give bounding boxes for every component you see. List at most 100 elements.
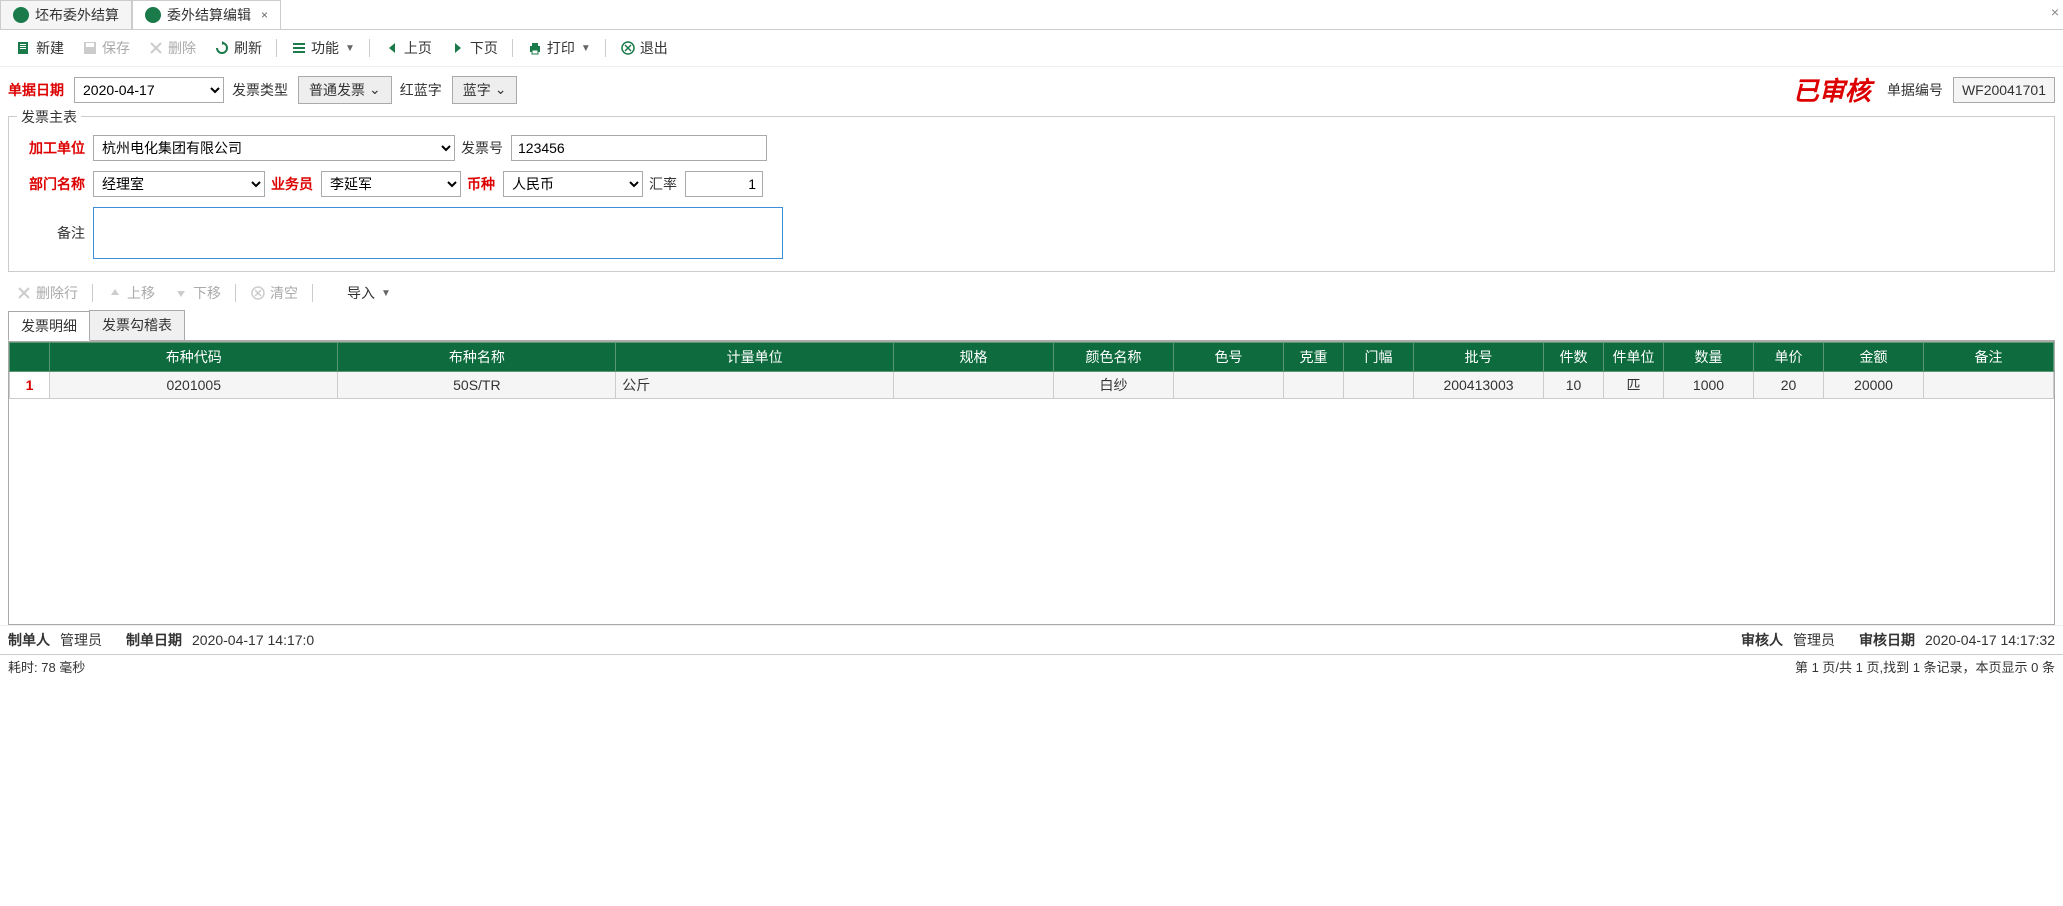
func-button[interactable]: 功能 ▼ [283,35,363,61]
btn-label: 上移 [127,283,155,303]
cell-name[interactable]: 50S/TR [338,372,616,399]
supplier-select[interactable]: 杭州电化集团有限公司 [93,135,455,161]
exit-button[interactable]: 退出 [612,35,676,61]
redblue-label: 红蓝字 [400,80,442,100]
col-unit[interactable]: 计量单位 [616,343,894,372]
curr-label: 币种 [467,174,495,194]
save-button[interactable]: 保存 [74,35,138,61]
movedown-button[interactable]: 下移 [165,280,229,306]
btn-label: 清空 [270,283,298,303]
billdate-input[interactable]: 2020-04-17 [74,77,224,103]
cell-unit[interactable]: 公斤 [616,372,894,399]
invtype-select[interactable]: 普通发票⌄ [298,76,392,104]
cell-amt[interactable]: 20000 [1824,372,1924,399]
col-spec[interactable]: 规格 [894,343,1054,372]
fieldset-legend: 发票主表 [17,107,81,127]
status-time: 耗时: 78 毫秒 [8,657,85,676]
invoice-main-fieldset: 发票主表 加工单位 杭州电化集团有限公司 发票号 部门名称 经理室 业务员 李延… [8,116,2055,272]
cell-colorno[interactable] [1174,372,1284,399]
col-amt[interactable]: 金额 [1824,343,1924,372]
maker-label: 制单人 [8,630,50,650]
detail-grid: 布种代码 布种名称 计量单位 规格 颜色名称 色号 克重 门幅 批号 件数 件单… [8,341,2055,625]
btn-label: 删除 [168,38,196,58]
col-colorname[interactable]: 颜色名称 [1054,343,1174,372]
curr-select[interactable]: 人民币 [503,171,643,197]
close-icon[interactable]: × [2051,4,2059,20]
btn-label: 刷新 [234,38,262,58]
col-pcs[interactable]: 件数 [1544,343,1604,372]
billdate-label: 单据日期 [8,80,64,100]
rate-label: 汇率 [649,174,677,194]
main-toolbar: 新建 保存 删除 刷新 功能 ▼ 上页 下页 打印 ▼ 退出 [0,30,2063,67]
tab-edit[interactable]: 委外结算编辑 × [132,0,281,29]
col-lot[interactable]: 批号 [1414,343,1544,372]
arrow-down-icon [173,285,189,301]
billno-value: WF20041701 [1953,77,2055,103]
cell-pcsunit[interactable]: 匹 [1604,372,1664,399]
billno-label: 单据编号 [1887,80,1943,100]
prev-button[interactable]: 上页 [376,35,440,61]
cell-qty[interactable]: 1000 [1664,372,1754,399]
moveup-button[interactable]: 上移 [99,280,163,306]
chevron-down-icon: ⌄ [495,81,507,98]
clear-button[interactable]: 清空 [242,280,306,306]
tab-list[interactable]: 坯布委外结算 [0,0,132,29]
cell-spec[interactable] [894,372,1054,399]
refresh-icon [214,40,230,56]
cell-pcs[interactable]: 10 [1544,372,1604,399]
cell-gram[interactable] [1284,372,1344,399]
invno-input[interactable] [511,135,767,161]
delete-icon [148,40,164,56]
window-tabs: 坯布委外结算 委外结算编辑 × × [0,0,2063,30]
clear-icon [250,285,266,301]
close-icon[interactable]: × [261,8,268,22]
grid-empty-area[interactable] [9,399,2054,624]
cell-colorname[interactable]: 白纱 [1054,372,1174,399]
table-row[interactable]: 1 0201005 50S/TR 公斤 白纱 200413003 10 匹 10… [10,372,2054,399]
delete-button[interactable]: 删除 [140,35,204,61]
rate-input[interactable] [685,171,763,197]
col-code[interactable]: 布种代码 [50,343,338,372]
tab-detail[interactable]: 发票明细 [8,311,90,341]
detail-toolbar: 删除行 上移 下移 清空 导入 ▼ [0,276,2063,310]
tab-check[interactable]: 发票勾稽表 [89,310,185,340]
new-button[interactable]: 新建 [8,35,72,61]
col-pcsunit[interactable]: 件单位 [1604,343,1664,372]
status-bar: 耗时: 78 毫秒 第 1 页/共 1 页,找到 1 条记录，本页显示 0 条 [0,654,2063,678]
print-button[interactable]: 打印 ▼ [519,35,599,61]
col-width[interactable]: 门幅 [1344,343,1414,372]
import-button[interactable]: 导入 ▼ [319,280,399,306]
redblue-select[interactable]: 蓝字⌄ [452,76,518,104]
remark-input[interactable] [93,207,783,259]
globe-icon [13,7,29,23]
sales-select[interactable]: 李延军 [321,171,461,197]
col-qty[interactable]: 数量 [1664,343,1754,372]
remark-label: 备注 [21,223,85,243]
sales-label: 业务员 [271,174,313,194]
delrow-button[interactable]: 删除行 [8,280,86,306]
btn-label: 上页 [404,38,432,58]
top-form: 单据日期 2020-04-17 发票类型 普通发票⌄ 红蓝字 蓝字⌄ 已审核 单… [0,67,2063,112]
dept-select[interactable]: 经理室 [93,171,265,197]
cell-remark[interactable] [1924,372,2054,399]
print-icon [527,40,543,56]
chevron-down-icon: ▼ [381,288,391,299]
next-button[interactable]: 下页 [442,35,506,61]
col-colorno[interactable]: 色号 [1174,343,1284,372]
btn-label: 导入 [347,283,375,303]
col-name[interactable]: 布种名称 [338,343,616,372]
col-gram[interactable]: 克重 [1284,343,1344,372]
cell-price[interactable]: 20 [1754,372,1824,399]
col-price[interactable]: 单价 [1754,343,1824,372]
tab-label: 委外结算编辑 [167,5,251,25]
cell-lot[interactable]: 200413003 [1414,372,1544,399]
invtype-label: 发票类型 [232,80,288,100]
status-page: 第 1 页/共 1 页,找到 1 条记录，本页显示 0 条 [1795,657,2055,676]
exit-icon [620,40,636,56]
refresh-button[interactable]: 刷新 [206,35,270,61]
cell-width[interactable] [1344,372,1414,399]
save-icon [82,40,98,56]
cell-code[interactable]: 0201005 [50,372,338,399]
col-remark[interactable]: 备注 [1924,343,2054,372]
makedate-value: 2020-04-17 14:17:0 [192,632,314,648]
